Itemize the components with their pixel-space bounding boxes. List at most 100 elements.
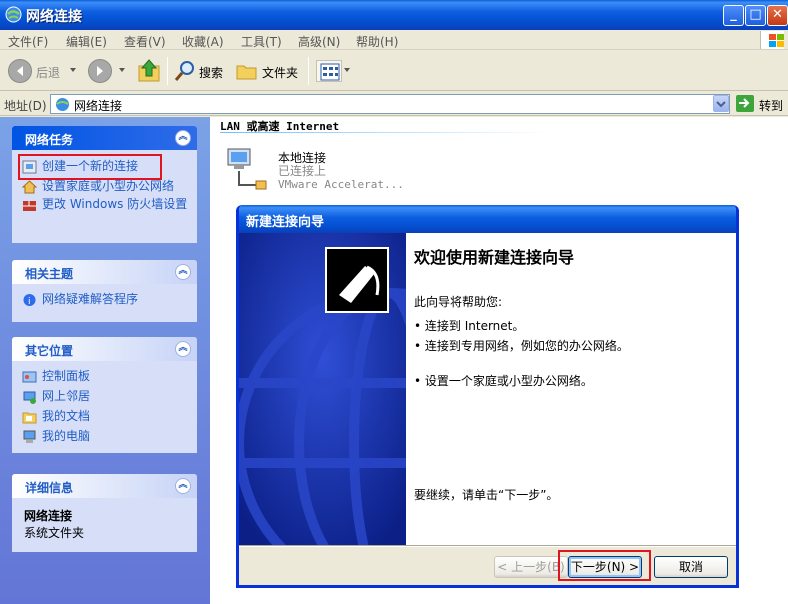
setup-home-network-link[interactable]: 设置家庭或小型办公网络: [20, 180, 189, 194]
wizard-bullet-private-network: • 连接到专用网络，例如您的办公网络。: [414, 339, 629, 353]
local-connection-item[interactable]: 本地连接 已连接上 VMware Accelerat...: [224, 145, 424, 195]
related-topics-panel: 相关主题 ︽ i 网络疑难解答程序: [12, 260, 197, 322]
back-arrow-icon: [17, 66, 23, 76]
network-connections-icon: [56, 98, 69, 111]
wizard-content: 欢迎使用新建连接向导 此向导将帮助您: • 连接到 Internet。 • 连接…: [406, 233, 736, 545]
network-troubleshooter-link[interactable]: i 网络疑难解答程序: [20, 293, 189, 307]
lan-connection-icon: [227, 148, 267, 190]
home-network-icon: [22, 180, 37, 194]
details-name: 网络连接: [24, 509, 73, 523]
address-bar: 地址(D) 网络连接: [0, 92, 788, 116]
highlight-next-button: [558, 550, 651, 581]
toolbar-separator: [167, 57, 168, 85]
firewall-icon: [23, 201, 36, 211]
network-tasks-header[interactable]: 网络任务 ︽: [12, 126, 197, 150]
control-panel-link[interactable]: 控制面板: [20, 370, 189, 383]
wizard-globe-artwork: [239, 233, 406, 545]
globe-icon: [239, 233, 406, 545]
task-pane: 网络任务 ︽ 创建一个新的连接 设置家庭或小型办公网络 更改 Windows 防…: [0, 117, 210, 604]
menu-favorites[interactable]: 收藏(A): [182, 33, 224, 50]
address-label: 地址(D): [4, 99, 47, 113]
menu-view[interactable]: 查看(V): [124, 33, 166, 50]
menu-bar: 文件(F) 编辑(E) 查看(V) 收藏(A) 工具(T) 高级(N) 帮助(H…: [0, 30, 788, 50]
wizard-bullet-home-network: • 设置一个家庭或小型办公网络。: [414, 374, 593, 388]
go-label[interactable]: 转到: [759, 97, 783, 114]
connection-status: 已连接上: [278, 164, 327, 178]
forward-arrow-icon: [97, 66, 103, 76]
network-tasks-panel: 网络任务 ︽ 创建一个新的连接 设置家庭或小型办公网络 更改 Windows 防…: [12, 126, 197, 243]
up-folder-icon[interactable]: [137, 58, 161, 84]
search-icon[interactable]: [174, 60, 196, 82]
wizard-back-button[interactable]: < 上一步(B): [494, 556, 568, 578]
back-label: 后退: [36, 66, 61, 80]
related-topics-title: 相关主题: [25, 267, 74, 281]
related-topics-header[interactable]: 相关主题 ︽: [12, 260, 197, 284]
change-firewall-settings-link[interactable]: 更改 Windows 防火墙设置: [20, 198, 189, 211]
wizard-title-bar[interactable]: 新建连接向导: [239, 205, 736, 233]
network-places-link[interactable]: 网上邻居: [20, 390, 189, 404]
other-places-panel: 其它位置 ︽ 控制面板 网上邻居 我的文档 我的电脑: [12, 337, 197, 453]
my-computer-icon: [23, 430, 36, 443]
network-connections-window: 网络连接 _ □ ✕ 文件(F) 编辑(E) 查看(V) 收藏(A) 工具(T)…: [0, 0, 788, 604]
details-panel: 详细信息 ︽ 网络连接 系统文件夹: [12, 474, 197, 552]
forward-button[interactable]: [88, 59, 112, 83]
wizard-title: 新建连接向导: [246, 215, 325, 230]
wizard-cancel-button[interactable]: 取消: [654, 556, 728, 578]
wizard-heading: 欢迎使用新建连接向导: [414, 248, 575, 267]
folders-button[interactable]: 文件夹: [262, 64, 298, 81]
windows-logo-icon: [760, 31, 784, 49]
new-connection-wizard-dialog: 新建连接向导 欢迎使用新建连接向导 此向导将帮助您: • 连接到 Interne…: [236, 205, 739, 588]
maximize-button[interactable]: □: [745, 5, 766, 26]
go-arrow-icon: [739, 98, 750, 108]
chevron-down-icon: [716, 101, 726, 108]
menu-edit[interactable]: 编辑(E): [66, 33, 107, 50]
my-documents-icon: [22, 412, 37, 424]
address-input[interactable]: 网络连接: [50, 94, 730, 114]
network-tasks-title: 网络任务: [25, 133, 74, 147]
control-panel-icon: [22, 371, 37, 383]
highlight-create-connection: [18, 154, 162, 180]
collapse-icon[interactable]: ︽: [175, 264, 191, 280]
wizard-continue-text: 要继续，请单击“下一步”。: [414, 488, 559, 502]
collapse-icon[interactable]: ︽: [175, 478, 191, 494]
address-dropdown-button[interactable]: [713, 95, 729, 112]
details-type: 系统文件夹: [24, 526, 85, 540]
title-bar[interactable]: 网络连接 _ □ ✕: [0, 0, 788, 30]
minimize-button[interactable]: _: [723, 5, 744, 26]
go-button[interactable]: [736, 95, 754, 112]
forward-dropdown-arrow[interactable]: [119, 68, 125, 72]
info-icon: i: [23, 294, 36, 307]
collapse-icon[interactable]: ︽: [175, 341, 191, 357]
network-connections-icon: [5, 6, 22, 23]
address-value: 网络连接: [74, 99, 123, 113]
wizard-body: 欢迎使用新建连接向导 此向导将帮助您: • 连接到 Internet。 • 连接…: [239, 233, 736, 545]
svg-text:i: i: [28, 297, 31, 307]
other-places-header[interactable]: 其它位置 ︽: [12, 337, 197, 361]
details-header[interactable]: 详细信息 ︽: [12, 474, 197, 498]
search-button[interactable]: 搜索: [199, 64, 223, 81]
views-grid-icon: [320, 63, 340, 81]
my-computer-link[interactable]: 我的电脑: [20, 430, 189, 443]
views-dropdown-arrow[interactable]: [344, 68, 350, 72]
back-dropdown-arrow[interactable]: [70, 68, 76, 72]
views-button[interactable]: [316, 60, 342, 82]
other-places-title: 其它位置: [25, 344, 74, 358]
wizard-intro: 此向导将帮助您:: [414, 295, 503, 309]
menu-help[interactable]: 帮助(H): [356, 33, 398, 50]
network-places-icon: [23, 391, 36, 404]
connection-device: VMware Accelerat...: [278, 178, 404, 191]
details-title: 详细信息: [25, 481, 74, 495]
menu-file[interactable]: 文件(F): [8, 33, 48, 50]
wizard-bullet-internet: • 连接到 Internet。: [414, 319, 525, 333]
close-button[interactable]: ✕: [767, 5, 788, 26]
menu-tools[interactable]: 工具(T): [241, 33, 282, 50]
collapse-icon[interactable]: ︽: [175, 130, 191, 146]
menu-advanced[interactable]: 高级(N): [298, 33, 340, 50]
toolbar-separator: [308, 57, 309, 85]
window-title: 网络连接: [26, 9, 82, 25]
folders-icon[interactable]: [236, 60, 258, 82]
back-button[interactable]: [8, 59, 32, 83]
my-documents-link[interactable]: 我的文档: [20, 410, 189, 424]
wizard-footer-divider: [239, 545, 736, 547]
toolbar: 后退 搜索 文件夹: [0, 51, 788, 91]
